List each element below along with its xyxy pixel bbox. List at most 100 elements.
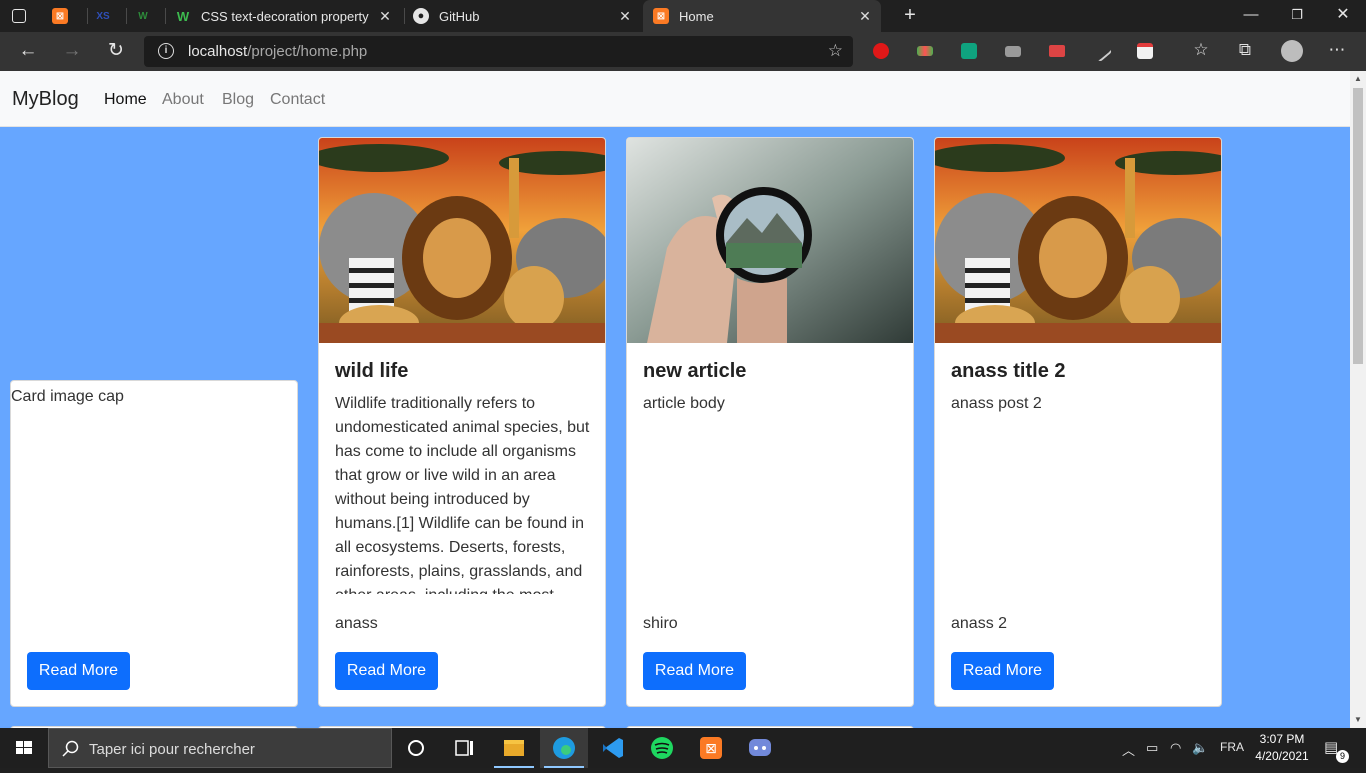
scroll-up-icon[interactable]: ▲ — [1350, 71, 1366, 87]
post-card: Card image cap Read More — [10, 380, 298, 707]
search-icon — [62, 740, 79, 757]
battery-icon[interactable]: ▭ — [1146, 740, 1158, 756]
scroll-down-icon[interactable]: ▼ — [1350, 712, 1366, 728]
show-hidden-icons[interactable]: ︿ — [1122, 740, 1135, 759]
card-author: shiro — [643, 615, 678, 632]
edge-icon — [553, 737, 575, 759]
taskbar-clock[interactable]: 3:07 PM 4/20/2021 — [1252, 731, 1312, 765]
browser-toolbar: ← → ↻ i localhost/project/home.php ☆ ☆ ⧉… — [0, 32, 1366, 71]
language-indicator[interactable]: FRA — [1220, 740, 1244, 754]
xampp-icon: ⊠ — [653, 8, 669, 24]
page-viewport: MyBlog Home About Blog Contact Card imag… — [0, 71, 1366, 728]
favorites-icon[interactable]: ☆ — [1190, 40, 1212, 60]
scrollbar-thumb[interactable] — [1353, 88, 1363, 364]
spotify-icon — [651, 737, 673, 759]
cortana-icon — [408, 740, 424, 756]
volume-icon[interactable]: 🔈 — [1192, 740, 1208, 756]
note-extension-icon[interactable] — [1137, 43, 1153, 59]
read-more-button[interactable]: Read More — [643, 652, 746, 690]
site-brand[interactable]: MyBlog — [12, 88, 79, 111]
nav-about[interactable]: About — [162, 91, 204, 109]
windows-logo-icon — [16, 741, 32, 754]
tab-xampp-1[interactable]: ⊠ — [52, 0, 86, 32]
video-extension-icon[interactable] — [1005, 46, 1021, 57]
taskbar-spotify[interactable] — [638, 728, 686, 768]
close-icon[interactable]: ✕ — [377, 8, 393, 24]
taskbar-search-box[interactable]: Taper ici pour rechercher — [48, 728, 392, 768]
page-scrollbar[interactable]: ▲ ▼ — [1350, 71, 1366, 728]
collections-icon[interactable]: ⧉ — [1234, 40, 1256, 60]
discord-icon — [749, 739, 771, 756]
profile-avatar-icon[interactable] — [1281, 40, 1303, 62]
vscode-icon — [603, 738, 623, 758]
tab-css-text-decoration[interactable]: W CSS text-decoration property ✕ — [175, 0, 401, 32]
refresh-button[interactable]: ↻ — [102, 38, 130, 66]
task-view-button[interactable] — [440, 728, 488, 768]
browser-tab-bar: ⊠ XS W W CSS text-decoration property ✕ … — [0, 0, 1366, 32]
wildlife-image — [935, 138, 1221, 343]
nav-blog[interactable]: Blog — [222, 91, 254, 109]
taskbar-vscode[interactable] — [589, 728, 637, 768]
url-text: localhost/project/home.php — [188, 43, 368, 60]
tab-title: CSS text-decoration property — [201, 8, 369, 24]
close-icon[interactable]: ✕ — [857, 8, 873, 24]
tab-title: Home — [679, 8, 714, 24]
minimize-button[interactable]: — — [1228, 0, 1274, 32]
post-card: wild life Wildlife traditionally refers … — [318, 137, 606, 707]
card-title: new article — [643, 360, 747, 382]
more-menu-icon[interactable]: ⋯ — [1326, 40, 1348, 60]
svg-text:⊠: ⊠ — [705, 741, 717, 757]
taskbar-xampp[interactable]: ⊠ — [687, 728, 735, 768]
card-title: wild life — [335, 360, 409, 382]
cortana-button[interactable] — [392, 728, 440, 768]
card-title: anass title 2 — [951, 360, 1066, 382]
forward-button[interactable]: → — [58, 38, 86, 66]
tab-home[interactable]: ⊠ Home ✕ — [643, 0, 881, 32]
wifi-icon[interactable]: ◠ — [1170, 740, 1181, 756]
taskbar-file-explorer[interactable] — [490, 728, 538, 768]
tab-actions-button[interactable] — [12, 0, 38, 32]
tab-w3schools-1[interactable]: W — [135, 0, 163, 32]
site-info-icon[interactable]: i — [158, 43, 174, 59]
read-more-button[interactable]: Read More — [335, 652, 438, 690]
card-author: anass 2 — [951, 615, 1008, 632]
taskbar-edge[interactable] — [540, 728, 588, 768]
tab-actions-icon — [12, 9, 26, 23]
xs-icon: XS — [96, 10, 110, 22]
xampp-icon: ⊠ — [52, 8, 68, 24]
tab-github[interactable]: ● GitHub ✕ — [413, 0, 641, 32]
back-button[interactable]: ← — [14, 38, 42, 66]
pen-extension-icon[interactable] — [1089, 39, 1113, 63]
nav-home[interactable]: Home — [104, 91, 147, 109]
broken-image-alt-text: Card image cap — [11, 388, 124, 405]
new-tab-button[interactable]: + — [887, 0, 933, 32]
card-body: Wildlife traditionally refers to undomes… — [335, 395, 590, 594]
read-more-button[interactable]: Read More — [27, 652, 130, 690]
task-view-icon — [455, 740, 473, 756]
adblock-extension-icon[interactable] — [873, 43, 889, 59]
w3schools-icon: W — [176, 8, 190, 24]
taskbar-discord[interactable] — [736, 728, 784, 768]
w3schools-icon: W — [138, 10, 148, 22]
start-button[interactable] — [0, 728, 48, 768]
github-icon: ● — [413, 8, 429, 24]
printer-extension-icon[interactable] — [1049, 45, 1065, 57]
nav-contact[interactable]: Contact — [270, 91, 325, 109]
window-close-button[interactable]: ✕ — [1320, 0, 1366, 32]
windows-taskbar: Taper ici pour rechercher ⊠ ︿ ▭ ◠ 🔈 FRA … — [0, 728, 1366, 768]
s-extension-icon[interactable] — [961, 43, 977, 59]
close-icon[interactable]: ✕ — [617, 8, 633, 24]
colorzilla-extension-icon[interactable] — [917, 46, 933, 56]
restore-button[interactable]: ❐ — [1274, 0, 1320, 32]
wildlife-image — [319, 138, 605, 343]
folder-icon — [504, 740, 524, 756]
read-more-button[interactable]: Read More — [951, 652, 1054, 690]
add-favorite-icon[interactable]: ☆ — [828, 41, 843, 61]
xampp-icon: ⊠ — [700, 737, 722, 759]
site-navbar: MyBlog Home About Blog Contact — [0, 71, 1350, 127]
address-bar[interactable]: i localhost/project/home.php ☆ — [144, 36, 853, 67]
tab-xs[interactable]: XS — [95, 0, 123, 32]
search-placeholder: Taper ici pour rechercher — [89, 741, 255, 758]
card-author: anass — [335, 615, 378, 632]
clock-date: 4/20/2021 — [1255, 749, 1309, 763]
